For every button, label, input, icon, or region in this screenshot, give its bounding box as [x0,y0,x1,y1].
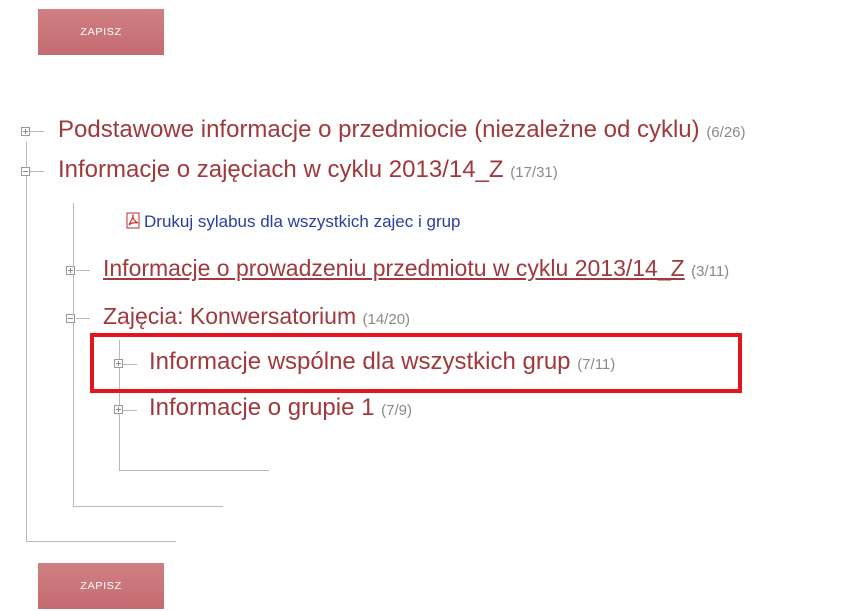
tree-node-group-1[interactable]: Informacje o grupie 1 (7/9) [149,396,412,420]
collapse-icon[interactable] [21,167,30,176]
tree-node-count: (7/11) [577,356,616,373]
tree-line [73,506,223,507]
tree-node-common-info[interactable]: Informacje wspólne dla wszystkich grup (… [149,350,615,374]
tree-line [26,541,176,542]
collapse-icon[interactable] [66,314,75,323]
tree-node-label: Zajęcia: Konwersatorium [103,303,357,329]
expand-icon[interactable] [21,127,30,136]
tree-node-label: Informacje o grupie 1 [149,394,375,421]
save-button-top[interactable]: ZAPISZ [38,9,164,55]
tree-node-count: (14/20) [362,311,411,328]
expand-icon[interactable] [66,266,75,275]
tree-line [121,410,137,411]
expand-icon[interactable] [114,359,123,368]
tree-node-label: Informacje o zajęciach w cyklu 2013/14_Z [58,156,504,183]
print-syllabus-link[interactable]: Drukuj sylabus dla wszystkich zajec i gr… [144,212,461,232]
tree-line [76,270,90,271]
expand-icon[interactable] [114,405,123,414]
tree-node-count: (3/11) [691,263,730,280]
tree-node-classes-info[interactable]: Informacje o zajęciach w cyklu 2013/14_Z… [58,158,558,182]
tree-node-label: Informacje o prowadzeniu przedmiotu w cy… [103,255,685,281]
pdf-icon [126,212,140,229]
tree-line [30,171,44,172]
tree-node-label: Podstawowe informacje o przedmiocie (nie… [58,116,700,143]
tree-node-basic-info[interactable]: Podstawowe informacje o przedmiocie (nie… [58,118,746,142]
tree-node-count: (7/9) [381,402,412,419]
tree-line [119,470,269,471]
tree-line [26,142,27,542]
tree-line [30,131,44,132]
tree-node-count: (17/31) [510,164,558,181]
tree-node-conversatorium[interactable]: Zajęcia: Konwersatorium (14/20) [103,305,410,328]
tree-node-count: (6/26) [706,124,746,141]
tree-node-label: Informacje wspólne dla wszystkich grup [149,348,571,375]
tree-node-course-conduct[interactable]: Informacje o prowadzeniu przedmiotu w cy… [103,257,729,280]
tree-line [73,203,74,507]
save-button-bottom[interactable]: ZAPISZ [38,563,164,609]
tree-line [76,318,90,319]
